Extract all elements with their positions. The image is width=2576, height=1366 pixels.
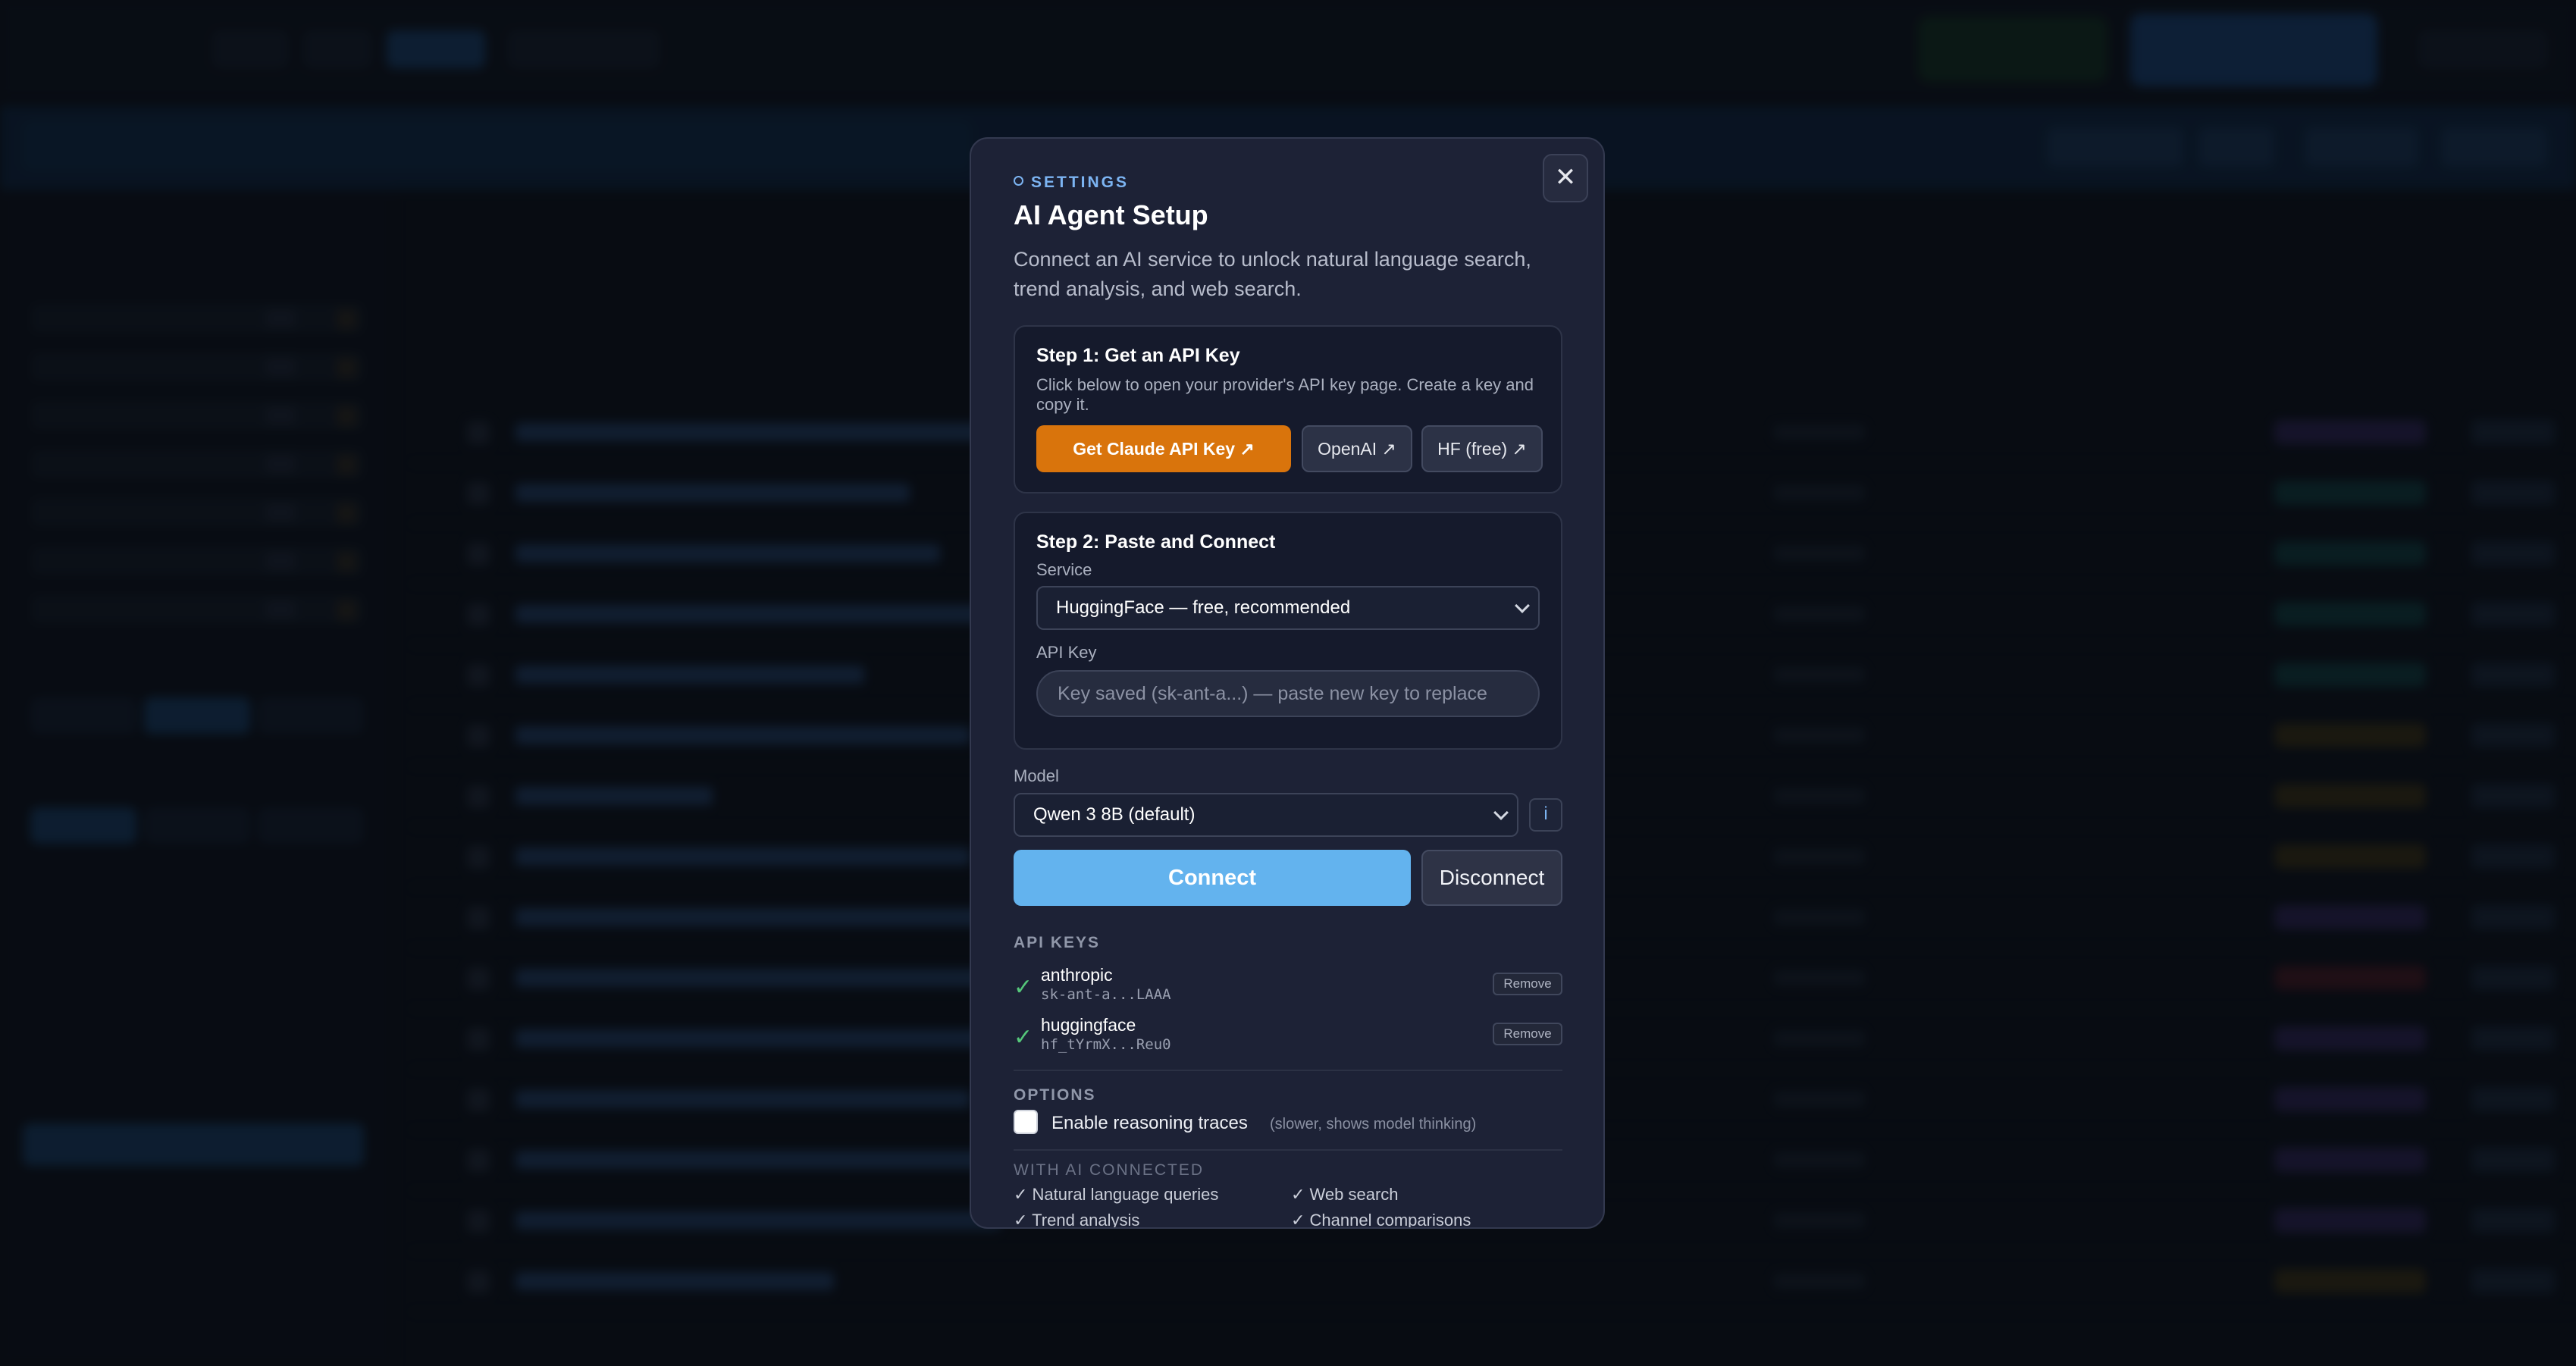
close-icon: ✕ bbox=[1554, 163, 1577, 192]
reasoning-note: (slower, shows model thinking) bbox=[1270, 1116, 1477, 1133]
api-key-input[interactable]: Key saved (sk-ant-a...) — paste new key … bbox=[1036, 670, 1540, 717]
reasoning-label[interactable]: Enable reasoning traces bbox=[1051, 1113, 1248, 1134]
step2-heading: Step 2: Paste and Connect bbox=[1036, 531, 1276, 553]
step1-heading: Step 1: Get an API Key bbox=[1036, 345, 1240, 366]
modal-title: AI Agent Setup bbox=[1014, 199, 1208, 230]
check-icon: ✓ bbox=[1014, 975, 1033, 1000]
chevron-down-icon bbox=[1493, 805, 1509, 820]
api-keys-heading: API KEYS bbox=[1014, 934, 1101, 951]
api-key-row: ✓ huggingface hf_tYrmX...Reu0 Remove bbox=[1014, 1015, 1562, 1061]
remove-key-button[interactable]: Remove bbox=[1493, 973, 1562, 995]
options-heading: OPTIONS bbox=[1014, 1086, 1096, 1104]
service-select-value: HuggingFace — free, recommended bbox=[1056, 597, 1351, 618]
step1-text: Click below to open your provider's API … bbox=[1036, 375, 1534, 414]
feature-item: ✓ Natural language queries bbox=[1014, 1185, 1219, 1204]
connect-button[interactable]: Connect bbox=[1014, 850, 1411, 906]
hf-link-button[interactable]: HF (free) ↗ bbox=[1421, 425, 1543, 472]
settings-eyebrow: SETTINGS bbox=[1014, 174, 1129, 192]
feature-item: ✓ Trend analysis bbox=[1014, 1211, 1140, 1229]
step2-card: Step 2: Paste and Connect Service Huggin… bbox=[1014, 512, 1562, 750]
modal-description: Connect an AI service to unlock natural … bbox=[1014, 248, 1531, 300]
divider bbox=[1014, 1070, 1562, 1071]
settings-modal: ✕ SETTINGS AI Agent Setup Connect an AI … bbox=[970, 137, 1605, 1229]
key-masked: hf_tYrmX...Reu0 bbox=[1041, 1036, 1171, 1053]
service-select[interactable]: HuggingFace — free, recommended bbox=[1036, 586, 1540, 630]
close-button[interactable]: ✕ bbox=[1543, 154, 1588, 202]
model-label: Model bbox=[1014, 766, 1059, 785]
chevron-down-icon bbox=[1515, 598, 1530, 613]
api-key-label: API Key bbox=[1036, 643, 1097, 662]
step1-card: Step 1: Get an API Key Click below to op… bbox=[1014, 325, 1562, 493]
key-provider: anthropic bbox=[1041, 965, 1113, 985]
get-claude-key-button[interactable]: Get Claude API Key ↗ bbox=[1036, 425, 1291, 472]
openai-link-button[interactable]: OpenAI ↗ bbox=[1302, 425, 1412, 472]
reasoning-checkbox[interactable] bbox=[1014, 1110, 1038, 1134]
remove-key-button[interactable]: Remove bbox=[1493, 1023, 1562, 1045]
key-provider: huggingface bbox=[1041, 1015, 1136, 1035]
model-select-value: Qwen 3 8B (default) bbox=[1033, 804, 1196, 825]
feature-item: ✓ Channel comparisons bbox=[1291, 1211, 1471, 1229]
feature-item: ✓ Web search bbox=[1291, 1185, 1399, 1204]
key-masked: sk-ant-a...LAAA bbox=[1041, 986, 1171, 1003]
service-label: Service bbox=[1036, 560, 1092, 579]
eyebrow-label: SETTINGS bbox=[1031, 174, 1130, 191]
model-info-button[interactable]: i bbox=[1529, 798, 1562, 832]
features-heading: WITH AI CONNECTED bbox=[1014, 1161, 1205, 1179]
disconnect-button[interactable]: Disconnect bbox=[1421, 850, 1562, 906]
divider bbox=[1014, 1149, 1562, 1151]
model-select[interactable]: Qwen 3 8B (default) bbox=[1014, 793, 1518, 837]
gear-icon bbox=[1014, 176, 1023, 186]
check-icon: ✓ bbox=[1014, 1025, 1033, 1050]
api-key-row: ✓ anthropic sk-ant-a...LAAA Remove bbox=[1014, 965, 1562, 1010]
